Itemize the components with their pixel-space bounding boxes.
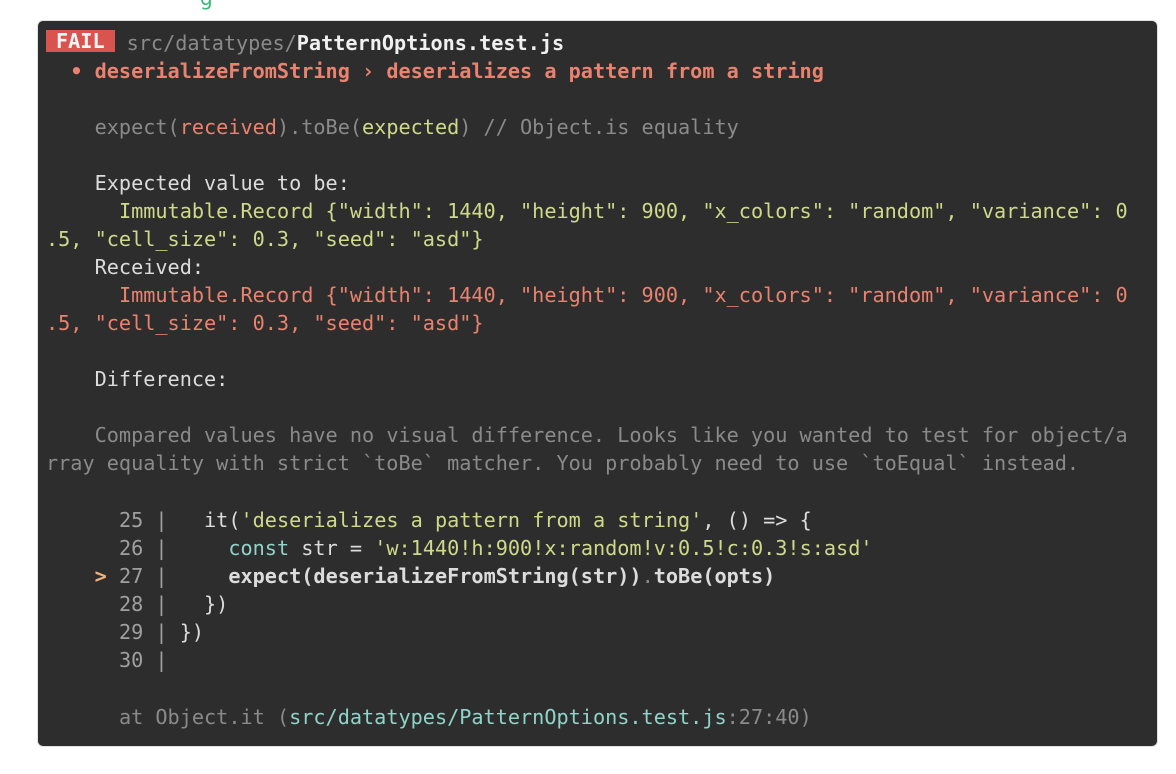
received-label: Received: [94, 255, 205, 279]
hint-line-1: Compared values have no visual differenc… [94, 423, 1128, 447]
code-line-26: 26 | const str = 'w:1440!h:900!x:random!… [118, 536, 873, 560]
fail-badge: FAIL [46, 30, 115, 52]
header-fragment: g [200, 0, 266, 10]
code-line-28: 28 | }) [118, 592, 229, 616]
received-value-line-2: .5, "cell_size": 0.3, "seed": "asd"} [46, 311, 484, 335]
expected-label: Expected value to be: [94, 171, 350, 195]
stack-trace-path[interactable]: src/datatypes/PatternOptions.test.js [289, 705, 727, 729]
test-path-dir: src/datatypes/ [126, 31, 297, 55]
suite-name: deserializeFromString [94, 59, 350, 83]
test-title: • deserializeFromString › deserializes a… [70, 59, 824, 83]
code-line-27: > 27 | expect(deserializeFromString(str)… [94, 564, 776, 588]
expected-value-line-1: Immutable.Record {"width": 1440, "height… [118, 199, 1128, 223]
received-value-line-1: Immutable.Record {"width": 1440, "height… [118, 283, 1128, 307]
code-line-25: 25 | it('deserializes a pattern from a s… [118, 508, 812, 532]
terminal-output[interactable]: FAIL src/datatypes/PatternOptions.test.js… [37, 20, 1158, 747]
assertion-line: expect(received).toBe(expected) // Objec… [94, 115, 739, 139]
code-line-29: 29 | }) [118, 620, 205, 644]
error-line-marker: > [94, 564, 107, 588]
stack-trace: at Object.it (src/datatypes/PatternOptio… [118, 705, 812, 729]
fail-header: FAIL src/datatypes/PatternOptions.test.js [46, 29, 564, 57]
test-name: deserializes a pattern from a string [386, 59, 824, 83]
hint-line-2: rray equality with strict `toBe` matcher… [46, 451, 1080, 475]
code-line-30: 30 | [118, 648, 168, 672]
difference-label: Difference: [94, 367, 229, 391]
test-file-name: PatternOptions.test.js [296, 31, 565, 55]
expected-value-line-2: .5, "cell_size": 0.3, "seed": "asd"} [46, 227, 484, 251]
